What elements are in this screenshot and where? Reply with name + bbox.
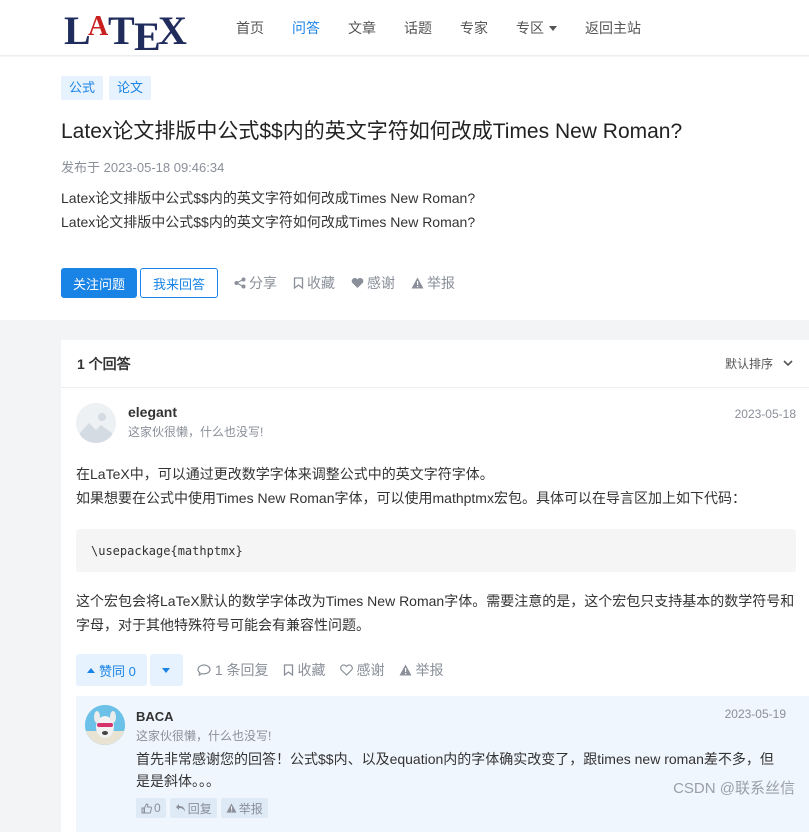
nav-zones[interactable]: 专区 xyxy=(516,18,557,38)
heart-icon xyxy=(351,277,364,288)
share-button[interactable]: 分享 xyxy=(234,273,277,293)
nav-back-main[interactable]: 返回主站 xyxy=(585,18,641,38)
nav-experts[interactable]: 专家 xyxy=(460,18,488,38)
warning-icon xyxy=(411,277,424,289)
answer-favorite-button[interactable]: 收藏 xyxy=(283,660,326,680)
answer-text-line: 如果想要在公式中使用Times New Roman字体，可以使用mathptmx… xyxy=(76,490,746,506)
tag-paper[interactable]: 论文 xyxy=(109,76,152,100)
bookmark-icon xyxy=(293,277,304,289)
question-body-line: Latex论文排版中公式$$内的英文字符如何改成Times New Roman? xyxy=(61,214,476,230)
warning-icon xyxy=(226,803,237,813)
nav-qa[interactable]: 问答 xyxy=(292,18,320,38)
question-actions: 关注问题 我来回答 分享 收藏 感谢 举报 xyxy=(61,268,455,298)
comment-report-button[interactable]: 举报 xyxy=(220,798,268,818)
site-header: L A T E X 首页 问答 文章 话题 专家 专区 返回主站 xyxy=(0,0,809,59)
tag-formula[interactable]: 公式 xyxy=(61,76,104,100)
answer-count: 1 个回答 xyxy=(77,355,131,372)
answer-text: 在LaTeX中，可以通过更改数学字体来调整公式中的英文字符字体。 如果想要在公式… xyxy=(76,462,796,510)
chevron-down-icon xyxy=(783,360,793,367)
svg-text:X: X xyxy=(158,8,187,52)
favorite-button[interactable]: 收藏 xyxy=(293,273,335,293)
downvote-button[interactable] xyxy=(149,654,183,686)
comment-icon xyxy=(197,664,211,676)
reply-count-button[interactable]: 1 条回复 xyxy=(197,660,269,680)
bookmark-icon xyxy=(283,664,293,676)
csdn-watermark: CSDN @联系丝信 xyxy=(673,780,795,797)
answer-date: 2023-05-18 xyxy=(734,407,796,421)
author-info: elegant 这家伙很懒，什么也没写! xyxy=(128,403,263,443)
comment-actions: 0 回复 举报 xyxy=(136,798,272,818)
thumbs-up-icon xyxy=(141,802,152,813)
sort-dropdown[interactable]: 默认排序 xyxy=(725,355,793,372)
answer-question-button[interactable]: 我来回答 xyxy=(140,268,219,298)
question-title: Latex论文排版中公式$$内的英文字符如何改成Times New Roman? xyxy=(61,120,683,143)
latex-logo[interactable]: L A T E X xyxy=(62,4,197,59)
report-button[interactable]: 举报 xyxy=(411,273,455,293)
author-name[interactable]: elegant xyxy=(128,403,263,421)
heart-icon xyxy=(339,664,353,676)
comment-like-button[interactable]: 0 xyxy=(136,798,166,818)
svg-text:A: A xyxy=(88,11,109,42)
upvote-button[interactable]: 赞同 0 xyxy=(76,654,147,686)
avatar[interactable] xyxy=(85,705,125,745)
answer-author: elegant 这家伙很懒，什么也没写! xyxy=(76,403,263,443)
question-body-line: Latex论文排版中公式$$内的英文字符如何改成Times New Roman? xyxy=(61,190,476,206)
answers-header: 1 个回答 默认排序 xyxy=(61,340,809,388)
answer-text-line: 在LaTeX中，可以通过更改数学字体来调整公式中的英文字符字体。 xyxy=(76,466,494,482)
nav-articles[interactable]: 文章 xyxy=(348,18,376,38)
warning-icon xyxy=(399,664,412,676)
share-icon xyxy=(234,277,246,289)
nav-topics[interactable]: 话题 xyxy=(404,18,432,38)
svg-text:L: L xyxy=(64,8,91,52)
question-tags: 公式 论文 xyxy=(61,76,157,100)
comment-date: 2023-05-19 xyxy=(724,707,786,721)
question-body: Latex论文排版中公式$$内的英文字符如何改成Times New Roman?… xyxy=(61,186,475,234)
code-block: \usepackage{mathptmx} xyxy=(76,529,796,572)
caret-down-icon xyxy=(162,667,171,673)
avatar[interactable] xyxy=(76,403,116,443)
chevron-down-icon xyxy=(549,25,557,31)
author-signature: 这家伙很懒，什么也没写! xyxy=(128,425,264,439)
main-nav: 首页 问答 文章 话题 专家 专区 返回主站 xyxy=(222,0,655,56)
answer-actions: 赞同 0 1 条回复 收藏 感谢 举报 xyxy=(76,654,444,686)
comment-author-name[interactable]: BACA xyxy=(136,709,174,724)
answer-report-button[interactable]: 举报 xyxy=(399,660,444,680)
reply-icon xyxy=(175,804,185,812)
svg-text:E: E xyxy=(134,14,161,52)
question-publish-time: 发布于 2023-05-18 09:46:34 xyxy=(61,160,225,175)
svg-text:T: T xyxy=(108,8,135,52)
follow-question-button[interactable]: 关注问题 xyxy=(61,268,138,298)
thanks-button[interactable]: 感谢 xyxy=(351,273,395,293)
nav-home[interactable]: 首页 xyxy=(236,18,264,38)
answers-panel: 1 个回答 默认排序 elegant 这家伙很懒，什么也没写! 2023-05-… xyxy=(61,340,809,832)
comment-item: BACA 这家伙很懒，什么也没写! 2023-05-19 首先非常感谢您的回答！… xyxy=(76,696,809,832)
comment-author-signature: 这家伙很懒，什么也没写! xyxy=(136,729,272,743)
caret-up-icon xyxy=(87,667,95,673)
answer-text-continued: 这个宏包会将LaTeX默认的数学字体改为Times New Roman字体。需要… xyxy=(76,593,795,633)
answer-thanks-button[interactable]: 感谢 xyxy=(339,660,385,680)
comment-reply-button[interactable]: 回复 xyxy=(169,798,217,818)
question-section: 公式 论文 Latex论文排版中公式$$内的英文字符如何改成Times New … xyxy=(0,57,809,320)
